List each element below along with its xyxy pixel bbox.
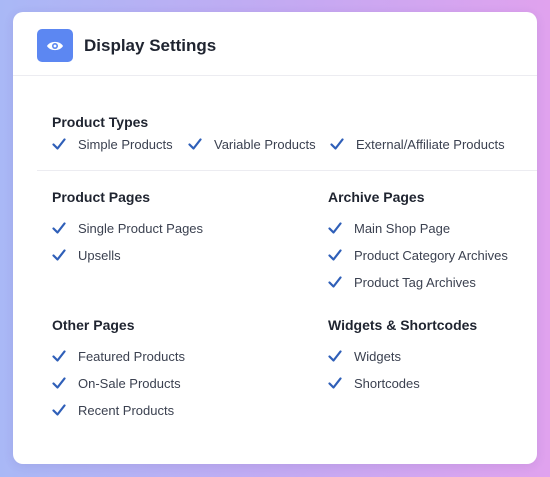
section-title-product-pages: Product Pages (52, 189, 151, 205)
checkmark-icon (328, 248, 342, 262)
checkbox-label: Upsells (78, 247, 121, 263)
display-settings-card: Display Settings Product Types Simple Pr… (13, 12, 537, 464)
checkbox-label: Shortcodes (354, 375, 420, 391)
checkbox-label: Single Product Pages (78, 220, 204, 236)
checkbox-product-category-archives[interactable]: Product Category Archives (328, 246, 508, 264)
checkbox-label: Variable Products (214, 136, 316, 152)
checkbox-upsells[interactable]: Upsells (52, 246, 121, 264)
checkbox-on-sale-products[interactable]: On-Sale Products (52, 374, 181, 392)
checkbox-recent-products[interactable]: Recent Products (52, 401, 174, 419)
checkbox-single-product-pages[interactable]: Single Product Pages (52, 219, 203, 237)
section-title-product-types: Product Types (52, 114, 149, 130)
section-title-archive-pages: Archive Pages (328, 189, 425, 205)
eye-icon (37, 29, 73, 62)
checkbox-external-affiliate-products[interactable]: External/Affiliate Products (330, 135, 505, 153)
checkmark-icon (52, 248, 66, 262)
card-header: Display Settings (13, 12, 537, 76)
checkbox-shortcodes[interactable]: Shortcodes (328, 374, 420, 392)
checkmark-icon (52, 349, 66, 363)
checkbox-simple-products[interactable]: Simple Products (52, 135, 173, 153)
checkmark-icon (52, 403, 66, 417)
checkbox-featured-products[interactable]: Featured Products (52, 347, 185, 365)
checkmark-icon (52, 137, 66, 151)
checkbox-widgets[interactable]: Widgets (328, 347, 401, 365)
checkbox-label: Simple Products (78, 136, 173, 152)
page-title: Display Settings (84, 36, 217, 55)
checkbox-label: Product Category Archives (354, 247, 508, 263)
checkmark-icon (330, 137, 344, 151)
checkmark-icon (52, 221, 66, 235)
section-title-widgets-shortcodes: Widgets & Shortcodes (328, 317, 478, 333)
checkbox-label: External/Affiliate Products (356, 136, 505, 152)
checkbox-label: Product Tag Archives (354, 274, 476, 290)
checkmark-icon (52, 376, 66, 390)
checkbox-variable-products[interactable]: Variable Products (188, 135, 316, 153)
section-divider (37, 170, 537, 171)
checkmark-icon (328, 275, 342, 289)
section-title-other-pages: Other Pages (52, 317, 135, 333)
checkbox-label: Featured Products (78, 348, 185, 364)
checkbox-label: On-Sale Products (78, 375, 181, 391)
checkbox-label: Main Shop Page (354, 220, 451, 236)
checkbox-label: Recent Products (78, 402, 175, 418)
checkmark-icon (188, 137, 202, 151)
checkmark-icon (328, 376, 342, 390)
checkbox-label: Widgets (354, 348, 401, 364)
checkmark-icon (328, 221, 342, 235)
checkmark-icon (328, 349, 342, 363)
checkbox-product-tag-archives[interactable]: Product Tag Archives (328, 273, 476, 291)
checkbox-main-shop-page[interactable]: Main Shop Page (328, 219, 450, 237)
